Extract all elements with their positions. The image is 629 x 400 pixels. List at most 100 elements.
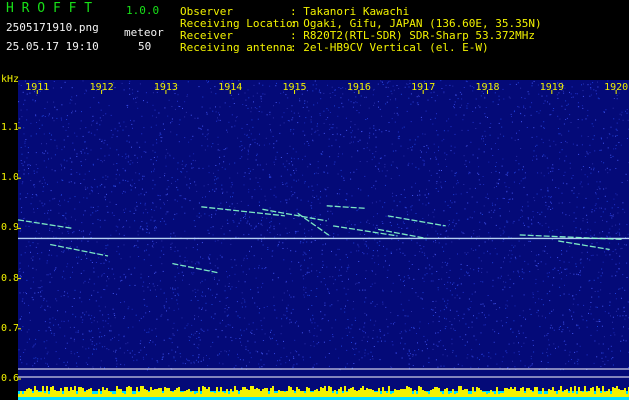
noise-speck <box>479 122 481 124</box>
noise-speck <box>444 317 445 319</box>
noise-speck <box>306 271 308 273</box>
noise-speck <box>347 268 349 270</box>
noise-speck <box>304 343 306 345</box>
noise-speck <box>261 329 263 331</box>
noise-speck <box>248 136 250 138</box>
noise-speck <box>98 305 100 307</box>
noise-speck <box>284 183 286 185</box>
noise-speck <box>463 87 465 88</box>
noise-speck <box>241 367 243 369</box>
noise-speck <box>514 245 516 247</box>
noise-speck <box>159 199 161 201</box>
noise-speck <box>114 87 116 89</box>
noise-speck <box>174 250 176 252</box>
noise-speck <box>508 96 510 98</box>
noise-speck <box>240 341 241 343</box>
noise-speck <box>537 263 539 264</box>
noise-speck <box>419 251 421 253</box>
noise-speck <box>552 164 554 166</box>
activity-bar <box>602 386 604 397</box>
noise-speck <box>74 353 76 355</box>
noise-speck <box>135 209 137 211</box>
noise-speck <box>56 109 58 111</box>
noise-speck <box>21 316 22 317</box>
noise-speck <box>277 234 278 235</box>
activity-bar <box>106 388 108 397</box>
noise-speck <box>130 184 131 186</box>
noise-speck <box>343 287 345 289</box>
noise-speck <box>434 307 436 309</box>
noise-speck <box>278 241 280 243</box>
noise-speck <box>417 136 419 138</box>
noise-speck <box>441 88 443 89</box>
noise-speck <box>155 206 157 208</box>
noise-speck <box>62 180 64 181</box>
noise-speck <box>53 333 55 335</box>
noise-speck <box>381 81 383 83</box>
noise-speck <box>85 348 87 350</box>
noise-speck <box>384 255 386 257</box>
noise-speck <box>408 86 410 88</box>
noise-speck <box>417 295 419 297</box>
noise-speck <box>383 245 384 247</box>
noise-speck <box>556 229 558 231</box>
noise-speck <box>395 99 397 101</box>
noise-speck <box>338 107 340 109</box>
noise-speck <box>296 212 298 214</box>
noise-speck <box>209 262 211 264</box>
noise-speck <box>389 99 391 101</box>
noise-speck <box>623 310 625 312</box>
noise-speck <box>365 119 367 120</box>
noise-speck <box>311 207 313 209</box>
noise-speck <box>258 144 260 146</box>
noise-speck <box>355 348 357 350</box>
noise-speck <box>250 133 252 135</box>
noise-speck <box>49 318 51 320</box>
noise-speck <box>190 362 192 364</box>
activity-bar <box>32 393 34 397</box>
noise-speck <box>498 179 500 181</box>
noise-speck <box>177 100 178 102</box>
noise-speck <box>462 232 464 234</box>
noise-speck <box>83 282 85 284</box>
noise-speck <box>173 357 175 359</box>
noise-speck <box>450 282 451 284</box>
noise-speck <box>232 220 234 222</box>
noise-speck <box>561 250 562 251</box>
noise-speck <box>497 149 499 150</box>
noise-speck <box>138 320 140 322</box>
noise-speck <box>132 92 134 94</box>
noise-speck <box>426 197 428 199</box>
noise-speck <box>604 363 606 365</box>
noise-speck <box>129 93 131 95</box>
noise-speck <box>346 193 348 195</box>
noise-speck <box>211 294 213 296</box>
noise-speck <box>261 216 263 218</box>
noise-speck <box>385 260 386 262</box>
noise-speck <box>550 196 552 198</box>
noise-speck <box>317 325 319 327</box>
noise-speck <box>311 366 313 368</box>
noise-speck <box>493 187 495 189</box>
noise-speck <box>575 217 577 219</box>
noise-speck <box>252 95 254 97</box>
noise-speck <box>473 230 475 231</box>
noise-speck <box>310 205 312 207</box>
activity-bar <box>146 390 148 397</box>
noise-speck <box>519 255 521 257</box>
noise-speck <box>541 95 543 97</box>
noise-speck <box>74 182 76 184</box>
noise-speck <box>23 173 25 175</box>
noise-speck <box>460 268 462 270</box>
noise-speck <box>224 168 226 170</box>
noise-speck <box>610 315 611 317</box>
noise-speck <box>607 360 609 362</box>
noise-speck <box>563 261 565 263</box>
noise-speck <box>474 291 476 292</box>
noise-speck <box>350 251 352 253</box>
noise-speck <box>128 268 130 270</box>
noise-speck <box>74 196 76 198</box>
noise-speck <box>602 352 604 354</box>
noise-speck <box>152 246 154 248</box>
noise-speck <box>543 102 545 104</box>
